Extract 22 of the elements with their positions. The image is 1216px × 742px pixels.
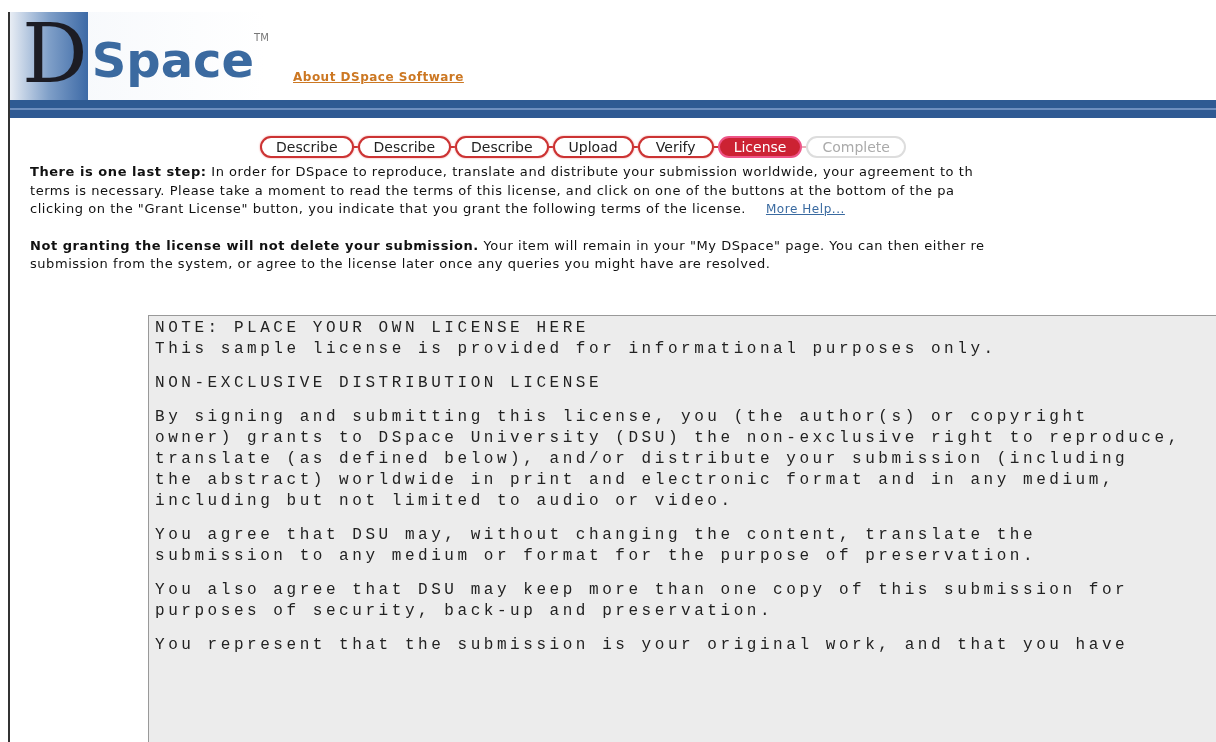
license-paragraph: You agree that DSU may, without changing the content, translate the submission to any medium or format for the purpose of preservation. [155,525,1037,567]
step-tab[interactable]: Describe [455,136,549,158]
license-paragraph: NOTE: PLACE YOUR OWN LICENSE HERE This sample license is provided for informational purposes only. [155,318,997,360]
instruction-text: clicking on the "Grant License" button, you indicate that you grant the following terms of the license. [30,201,746,216]
step-tab[interactable]: Upload [552,136,634,158]
step-tab[interactable]: Describe [260,136,354,158]
step-tab[interactable]: License [717,136,803,158]
step-tab[interactable]: Verify [637,136,714,158]
notice-text: Not granting the license will not delete your submission. Your item will remain in your "My DSpace" page. You can then either re [30,237,985,253]
license-paragraph: You also agree that DSU may keep more than one copy of this submission for purposes of security, back-up and preservation. [155,580,1129,622]
license-paragraph: You represent that the submission is your original work, and that you have [155,635,1129,656]
instruction-text: terms is necessary. Please take a moment to read the terms of this license, and click on one of the buttons at the bottom of the pa [30,182,955,198]
more-help-link[interactable]: More Help... [765,202,845,216]
step-tab[interactable]: Describe [357,136,452,158]
notice-text: submission from the system, or agree to the license later once any queries you might have are resolved. [30,256,771,271]
license-text-area[interactable] [148,315,1216,742]
license-paragraph: By signing and submitting this license, you (the author(s) or copyright owner) grants to DSpace University (DSU) the non-exclusive right to reproduce, translate (as defined below), and/or distribute your submission (including the abstract) worldwide in print and electronic format and in any medium, including but not limited to audio or video. [155,407,1181,512]
license-paragraph: NON-EXCLUSIVE DISTRIBUTION LICENSE [155,373,603,394]
instruction-text: There is one last step: In order for DSpace to reproduce, translate and distribute your submission worldwide, your agreement to th [30,164,974,179]
trademark-mark: TM [254,31,269,45]
logo-word: Space [91,31,255,90]
logo-letter: D [10,12,88,100]
